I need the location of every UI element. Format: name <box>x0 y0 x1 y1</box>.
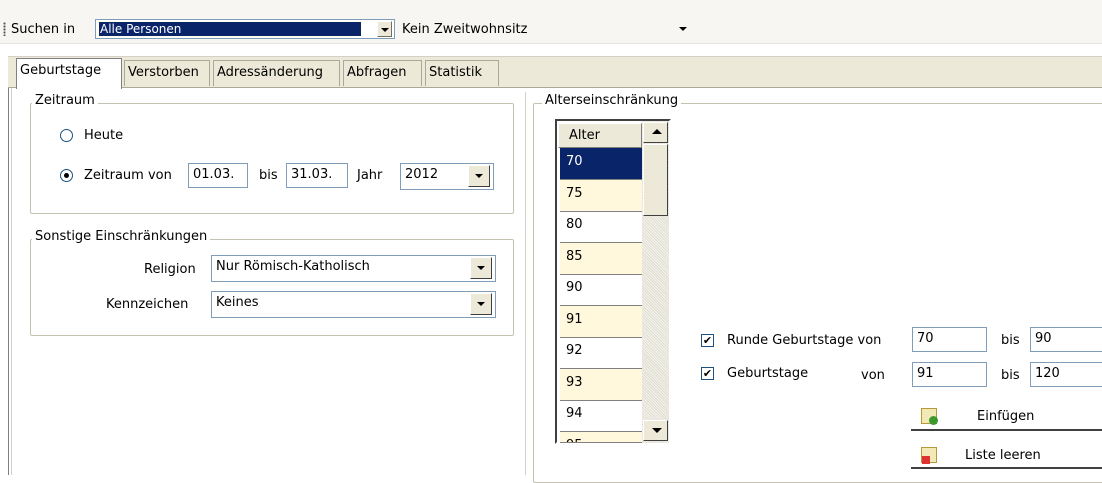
search-scope-value: Alle Personen <box>98 21 362 37</box>
age-list-header: Alter <box>558 123 642 148</box>
year-label: Jahr <box>357 168 383 183</box>
age-list-item[interactable]: 90 <box>560 274 642 306</box>
chevron-down-icon[interactable] <box>470 257 492 279</box>
age-list-item[interactable]: 70 <box>560 148 642 180</box>
age-list-item[interactable]: 95 <box>560 432 642 443</box>
age-list-item[interactable]: 92 <box>560 337 642 369</box>
sonstige-title: Sonstige Einschränkungen <box>32 229 211 244</box>
runde-to-label: bis <box>1001 333 1020 348</box>
age-list-item[interactable]: 85 <box>560 243 642 275</box>
date-to-input[interactable]: 31.03. <box>286 163 348 188</box>
geburtstage-from-input[interactable]: 91 <box>912 362 987 387</box>
clear-list-icon <box>921 447 937 464</box>
age-list-item[interactable]: 75 <box>560 180 642 212</box>
radio-heute[interactable] <box>60 129 73 142</box>
tab-statistik[interactable]: Statistik <box>425 60 499 86</box>
search-scope-dropdown[interactable]: Alle Personen <box>95 19 395 39</box>
radio-zeitraum-label: Zeitraum von <box>84 168 172 183</box>
age-list-item[interactable]: 91 <box>560 306 642 338</box>
insert-button[interactable]: Einfügen <box>911 403 1102 431</box>
chevron-down-icon[interactable] <box>468 165 490 187</box>
religion-label: Religion <box>144 262 196 277</box>
scroll-down-arrow[interactable] <box>643 420 668 441</box>
radio-heute-label: Heute <box>84 128 124 143</box>
column-divider <box>525 92 526 475</box>
zeitraum-title: Zeitraum <box>32 93 98 108</box>
sonstige-group <box>30 239 514 336</box>
religion-value: Nur Römisch-Katholisch <box>216 259 370 274</box>
insert-button-label: Einfügen <box>977 409 1035 424</box>
chevron-down-icon <box>652 428 662 433</box>
alters-title: Alterseinschränkung <box>542 93 682 108</box>
year-select[interactable]: 2012 <box>400 163 494 190</box>
chevron-down-icon[interactable] <box>377 21 392 37</box>
kennzeichen-label: Kennzeichen <box>106 297 189 312</box>
year-value: 2012 <box>405 167 439 182</box>
panel-border <box>8 88 9 475</box>
scroll-thumb[interactable] <box>643 144 668 216</box>
age-list-item[interactable]: 80 <box>560 211 642 243</box>
tab-geburtstage[interactable]: Geburtstage <box>16 58 122 89</box>
geburtstage-to-input[interactable]: 120 <box>1030 362 1102 387</box>
date-from-input[interactable]: 01.03. <box>188 163 248 188</box>
secondary-filter-value: Kein Zweitwohnsitz <box>402 22 528 37</box>
runde-from-input[interactable]: 70 <box>912 327 987 352</box>
geburtstage-from-label: von <box>861 368 885 383</box>
tab-adressaenderung[interactable]: Adressänderung <box>213 60 340 86</box>
radio-zeitraum[interactable] <box>60 169 73 182</box>
geburtstage-label: Geburtstage <box>727 366 809 381</box>
secondary-filter-dropdown[interactable] <box>675 20 691 36</box>
clear-list-button[interactable]: Liste leeren <box>911 441 1102 469</box>
chevron-down-icon <box>679 27 687 31</box>
clear-list-button-label: Liste leeren <box>965 448 1041 463</box>
runde-to-input[interactable]: 90 <box>1030 327 1102 352</box>
scroll-up-arrow[interactable] <box>643 122 668 143</box>
runde-label: Runde Geburtstage von <box>727 333 882 348</box>
kennzeichen-value: Keines <box>216 295 259 310</box>
kennzeichen-select[interactable]: Keines <box>211 291 496 318</box>
add-row-icon <box>921 408 938 425</box>
age-list-item[interactable]: 93 <box>560 369 642 401</box>
chevron-down-icon[interactable] <box>470 293 492 315</box>
toolbar-grip[interactable] <box>3 22 6 36</box>
geburtstage-to-label: bis <box>1001 368 1020 383</box>
search-toolbar: Suchen in Alle Personen Kein Zweitwohnsi… <box>0 0 1102 44</box>
religion-select[interactable]: Nur Römisch-Katholisch <box>211 255 496 282</box>
search-in-label: Suchen in <box>11 22 76 37</box>
tab-abfragen[interactable]: Abfragen <box>343 60 422 86</box>
geburtstage-checkbox[interactable]: ✔ <box>701 367 714 380</box>
runde-checkbox[interactable]: ✔ <box>701 334 714 347</box>
date-to-label: bis <box>259 168 278 183</box>
chevron-up-icon <box>652 129 662 134</box>
age-list-item[interactable]: 94 <box>560 400 642 432</box>
zeitraum-group <box>30 103 514 214</box>
tab-verstorben[interactable]: Verstorben <box>124 60 210 86</box>
